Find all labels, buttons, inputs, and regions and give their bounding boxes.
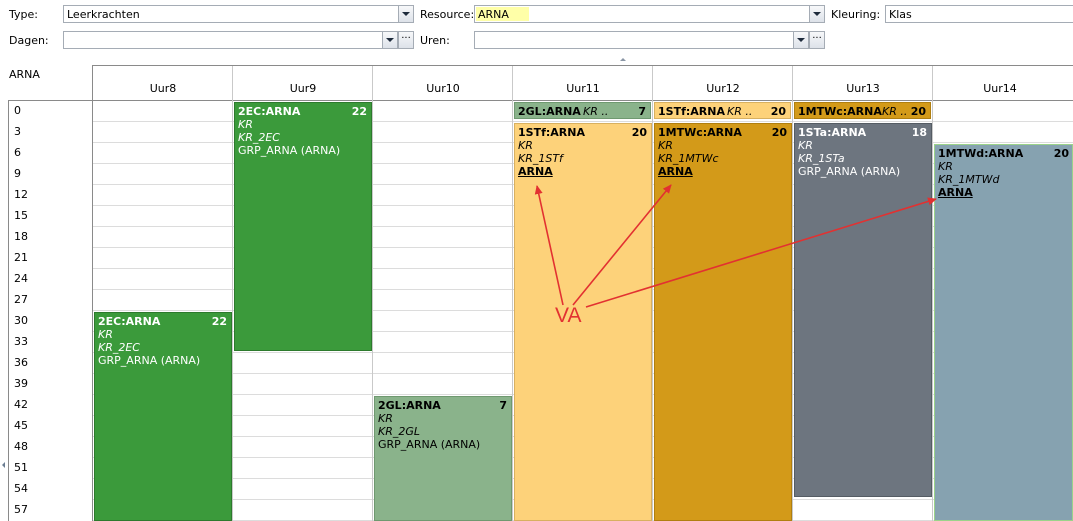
annotation-arrows: [534, 184, 937, 308]
annotation-arrow-1mtwc: [572, 184, 672, 306]
annotation-arrow-1stf: [534, 185, 564, 306]
annotation-va-label: VA: [555, 304, 582, 327]
annotation-arrow-1mtwd: [585, 197, 937, 308]
